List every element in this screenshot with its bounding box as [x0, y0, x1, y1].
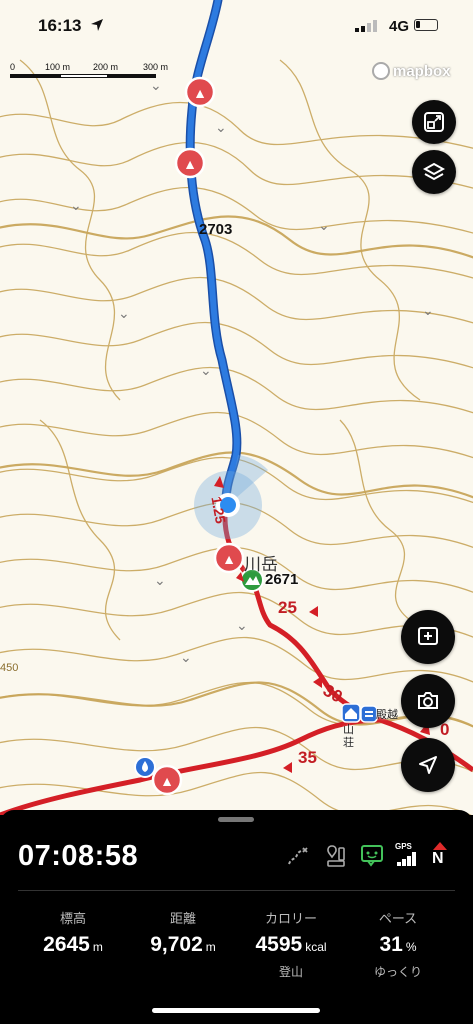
stat-unit: % — [405, 940, 417, 954]
stat-value: 4595 — [255, 933, 303, 956]
add-note-icon — [418, 627, 438, 645]
network-type: 4G — [389, 18, 410, 35]
stat-pace: ペース 31% ゆっくり — [339, 908, 457, 980]
svg-text:⌄: ⌄ — [180, 649, 192, 665]
svg-text:⌄: ⌄ — [236, 617, 248, 633]
scale-label: 100 m — [45, 62, 71, 72]
mapbox-attribution[interactable]: mapbox — [372, 62, 451, 80]
stat-label: 距離 — [169, 911, 196, 926]
compass-label: N — [432, 850, 444, 867]
warning-icon: ▲ — [213, 542, 245, 574]
scale-segment — [108, 74, 156, 78]
svg-text:⌄: ⌄ — [154, 572, 166, 588]
recorded-route — [187, 0, 240, 508]
scale-label: 200 m — [93, 62, 119, 72]
stat-sub: 登山 — [278, 965, 303, 979]
status-bar: 16:13 4G — [0, 0, 473, 50]
svg-text:▲: ▲ — [193, 85, 207, 101]
stat-distance: 距離 9,702 m — [124, 908, 242, 957]
svg-text:⌄: ⌄ — [200, 362, 212, 378]
hut-name-label: 殿越 — [376, 709, 398, 721]
expand-button[interactable] — [412, 100, 456, 144]
mapbox-logo-icon — [372, 62, 390, 80]
compass-north-icon: N — [430, 842, 450, 870]
location-arrow-icon — [91, 19, 103, 31]
gps-signal-bars — [397, 852, 416, 866]
stat-value: 2645 — [43, 933, 90, 956]
mapbox-text: mapbox — [393, 62, 451, 80]
svg-text:▲: ▲ — [222, 551, 236, 567]
svg-text:▲: ▲ — [160, 773, 174, 789]
gps-icon: GPS — [395, 842, 419, 868]
contour-edge-label: 450 — [0, 662, 19, 674]
svg-text:⌄: ⌄ — [215, 119, 227, 135]
contour-elevation-label: 2703 — [199, 221, 233, 238]
camera-button[interactable] — [401, 674, 455, 728]
layers-button[interactable] — [412, 150, 456, 194]
scale-segment — [60, 74, 108, 78]
locate-button[interactable] — [401, 738, 455, 792]
scale-label: 0 — [10, 62, 16, 72]
svg-text:⌄: ⌄ — [422, 302, 434, 318]
svg-text:⌄: ⌄ — [118, 305, 130, 321]
expand-icon — [424, 112, 444, 132]
stat-value: 9,702 — [150, 933, 203, 956]
stat-label: 標高 — [59, 911, 86, 926]
scale-bar: 0 100 m 200 m 300 m — [10, 62, 175, 82]
elapsed-time: 07:08:58 — [18, 840, 139, 872]
chat-icon — [361, 845, 383, 867]
hut-icon — [341, 703, 361, 723]
stat-calories: カロリー 4595 kcal 登山 — [232, 908, 350, 980]
stat-unit: kcal — [305, 940, 327, 954]
home-indicator[interactable] — [152, 1008, 320, 1013]
trail-distance-marker: 25 — [278, 598, 297, 617]
scale-label: 300 m — [143, 62, 169, 72]
route-off-icon — [288, 847, 308, 865]
stat-unit: m — [205, 940, 216, 954]
map-view[interactable]: ⌄ ⌄ ⌄ ⌄ ⌄ ⌄ ⌄ ⌄ ⌄ ⌄ ▲ ▲ ▲ ▲ 16:13 4G 0 1… — [0, 0, 473, 815]
panel-divider — [18, 890, 455, 891]
camera-icon — [418, 692, 438, 709]
stat-elevation: 標高 2645 m — [14, 908, 132, 957]
water-icon — [134, 756, 156, 778]
status-icons: GPS N — [285, 842, 465, 872]
add-note-button[interactable] — [401, 610, 455, 664]
hut-name-label: 山荘 — [343, 724, 354, 749]
warning-icon: ▲ — [151, 764, 183, 796]
svg-text:⌄: ⌄ — [70, 197, 82, 213]
warning-icon: ▲ — [184, 76, 216, 108]
compass-arrow — [433, 842, 447, 850]
stat-label: カロリー — [264, 911, 317, 926]
panel-drag-handle[interactable] — [218, 817, 254, 822]
activity-panel[interactable]: 07:08:58 GPS N 標高 2645 m 距離 9,702 m カロリー… — [0, 810, 473, 1024]
layers-icon — [423, 162, 445, 181]
warning-icon: ▲ — [174, 147, 206, 179]
scale-segment — [10, 74, 60, 78]
shelter-icon — [360, 705, 378, 723]
battery-icon — [414, 19, 438, 31]
pin-gauge-icon — [327, 845, 345, 867]
svg-text:⌄: ⌄ — [318, 217, 330, 233]
gps-label: GPS — [395, 842, 412, 851]
status-time: 16:13 — [38, 16, 82, 35]
stat-unit: m — [92, 940, 103, 954]
trail-distance-marker: 35 — [298, 748, 317, 767]
planned-trail-south — [0, 717, 381, 815]
cellular-signal-icon — [355, 20, 377, 32]
peak-elevation-label[interactable]: 2671 — [265, 571, 298, 588]
svg-text:▲: ▲ — [183, 156, 197, 172]
navigation-arrow-icon — [419, 756, 437, 774]
stat-sub: ゆっくり — [373, 965, 422, 979]
stat-label: ペース — [378, 911, 418, 926]
stat-value: 31 — [379, 933, 403, 956]
